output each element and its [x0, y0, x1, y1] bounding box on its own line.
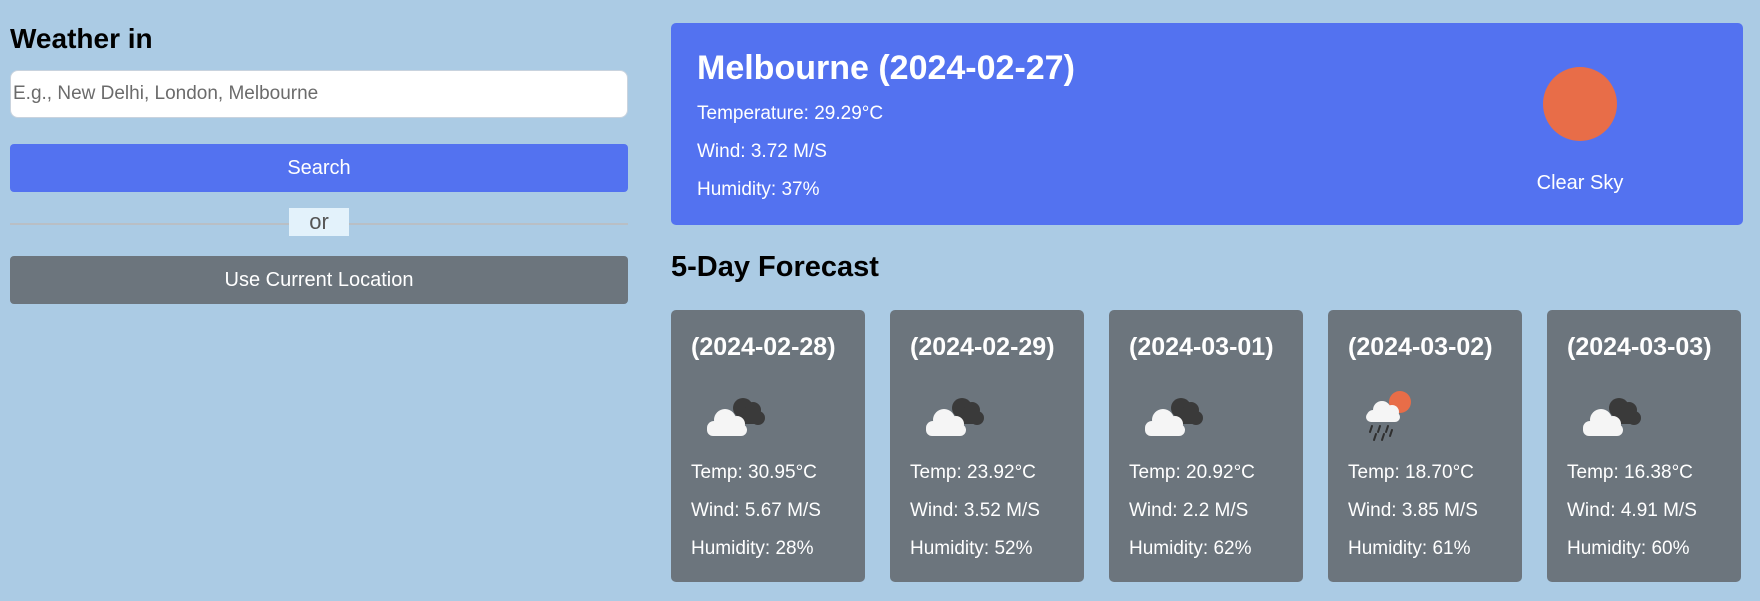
separator-label: or — [289, 208, 349, 236]
forecast-wind: Wind: 5.67 M/S — [691, 500, 821, 521]
forecast-date: (2024-03-01) — [1129, 333, 1274, 361]
forecast-card: (2024-03-02) Temp: 18.70°C Wind: 3.85 M/… — [1328, 310, 1522, 582]
forecast-wind: Wind: 3.85 M/S — [1348, 500, 1478, 521]
forecast-temp: Temp: 20.92°C — [1129, 462, 1255, 483]
use-current-location-button[interactable]: Use Current Location — [10, 256, 628, 304]
forecast-date: (2024-02-28) — [691, 333, 836, 361]
forecast-temp: Temp: 30.95°C — [691, 462, 817, 483]
current-temperature: Temperature: 29.29°C — [697, 103, 884, 124]
forecast-wind: Wind: 2.2 M/S — [1129, 500, 1249, 521]
forecast-wind: Wind: 3.52 M/S — [910, 500, 1040, 521]
broken-clouds-icon — [701, 390, 771, 442]
forecast-humidity: Humidity: 52% — [910, 538, 1033, 559]
forecast-temp: Temp: 23.92°C — [910, 462, 1036, 483]
forecast-humidity: Humidity: 60% — [1567, 538, 1690, 559]
broken-clouds-icon — [1577, 390, 1647, 442]
forecast-humidity: Humidity: 28% — [691, 538, 814, 559]
search-button[interactable]: Search — [10, 144, 628, 192]
forecast-card: (2024-03-01) Temp: 20.92°C Wind: 2.2 M/S… — [1109, 310, 1303, 582]
current-wind: Wind: 3.72 M/S — [697, 141, 827, 162]
current-description: Clear Sky — [1536, 172, 1624, 194]
forecast-date: (2024-02-29) — [910, 333, 1055, 361]
broken-clouds-icon — [1139, 390, 1209, 442]
forecast-temp: Temp: 16.38°C — [1567, 462, 1693, 483]
forecast-card: (2024-02-28) Temp: 30.95°C Wind: 5.67 M/… — [671, 310, 865, 582]
broken-clouds-icon — [920, 390, 990, 442]
search-heading: Weather in — [10, 23, 153, 54]
forecast-card: (2024-02-29) Temp: 23.92°C Wind: 3.52 M/… — [890, 310, 1084, 582]
forecast-date: (2024-03-03) — [1567, 333, 1712, 361]
current-humidity: Humidity: 37% — [697, 179, 820, 200]
city-input[interactable] — [10, 70, 628, 118]
forecast-humidity: Humidity: 62% — [1129, 538, 1252, 559]
forecast-card: (2024-03-03) Temp: 16.38°C Wind: 4.91 M/… — [1547, 310, 1741, 582]
rain-sun-icon — [1358, 390, 1428, 442]
current-weather-card: Melbourne (2024-02-27) Temperature: 29.2… — [671, 23, 1743, 225]
forecast-wind: Wind: 4.91 M/S — [1567, 500, 1697, 521]
forecast-temp: Temp: 18.70°C — [1348, 462, 1474, 483]
forecast-heading: 5-Day Forecast — [671, 251, 879, 283]
forecast-date: (2024-03-02) — [1348, 333, 1493, 361]
forecast-humidity: Humidity: 61% — [1348, 538, 1471, 559]
current-city-date: Melbourne (2024-02-27) — [697, 49, 1075, 87]
sun-icon — [1543, 67, 1617, 141]
